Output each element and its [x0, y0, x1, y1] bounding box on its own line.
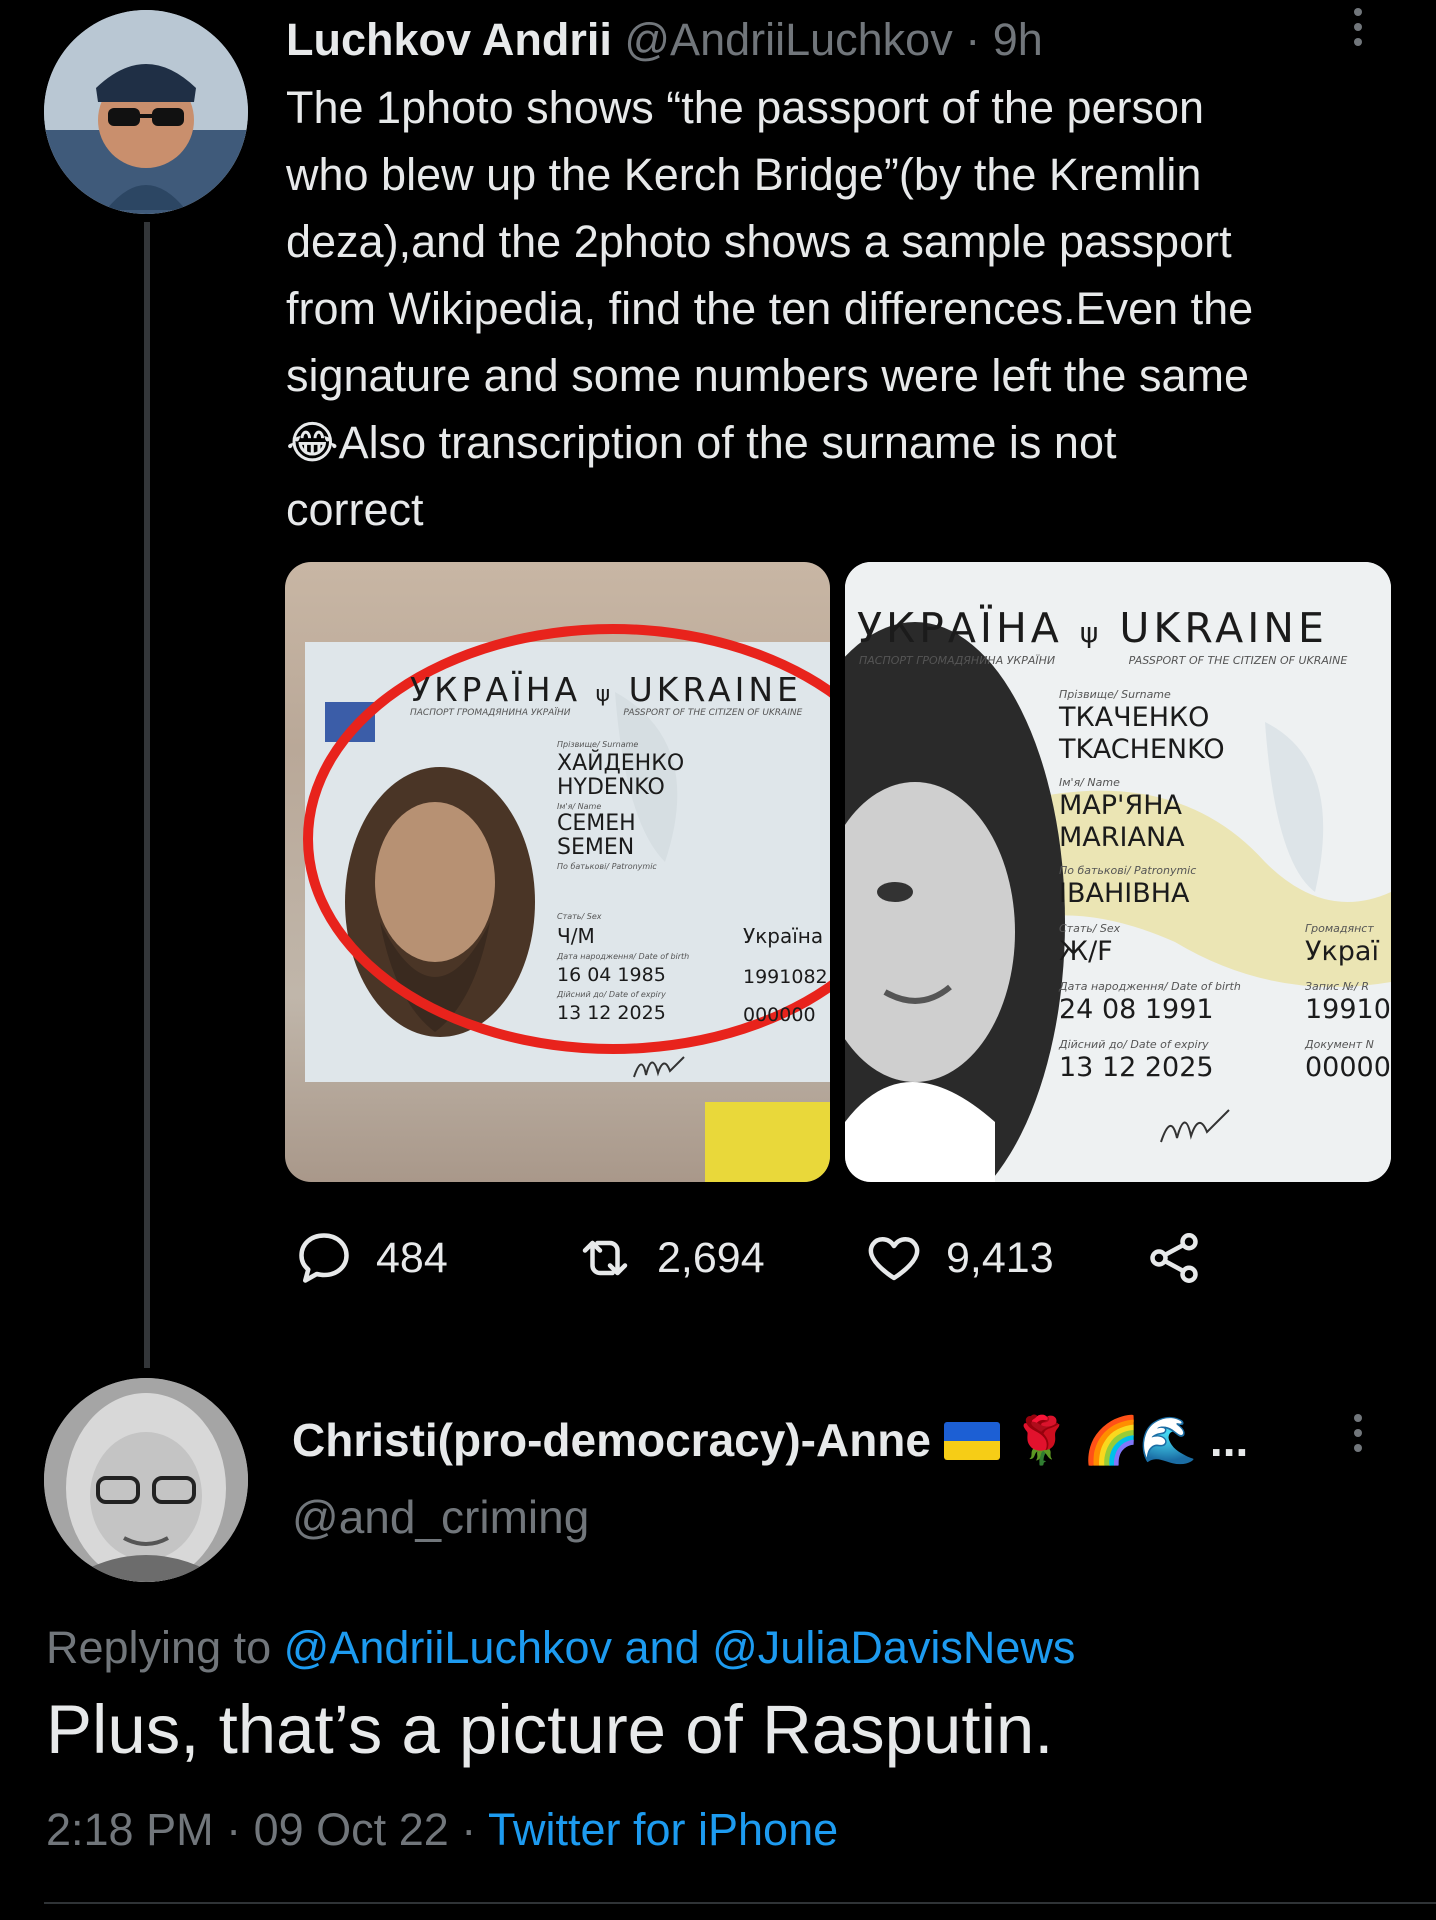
reply-more-icon[interactable]	[1353, 1414, 1363, 1452]
author-handle[interactable]: @AndriiLuchkov	[624, 14, 952, 65]
photo2-expiry: 13 12 2025	[1059, 1052, 1214, 1083]
photo1-name-en: SEMEN	[557, 835, 635, 860]
share-action[interactable]	[1144, 1228, 1204, 1288]
photo2-subheader-ua: ПАСПОРТ ГРОМАДЯНИНА УКРАЇНИ	[859, 654, 1056, 667]
photo2-citizenship: Украї	[1305, 936, 1379, 967]
photo1-citizenship: Україна	[743, 924, 824, 948]
retweet-action[interactable]: 2,694	[575, 1228, 765, 1288]
replying-prefix: Replying to	[46, 1622, 272, 1673]
photo2-surname-en: TKACHENKO	[1059, 734, 1225, 765]
photo1-dob-label: Дата народження/ Date of birth	[557, 952, 690, 961]
tweet-age[interactable]: · 9h	[965, 14, 1043, 65]
photo1-sex: Ч/М	[557, 924, 595, 948]
more-icon[interactable]	[1353, 8, 1363, 46]
tweet-line: correct	[286, 484, 424, 535]
photo1-expiry: 13 12 2025	[557, 1002, 666, 1024]
reply-header: Christi(pro-democracy)-Anne 🌹 🌈🌊 ...	[292, 1412, 1248, 1468]
reply-action[interactable]: 484	[294, 1228, 448, 1288]
photo1-header-en: UKRAINE	[628, 670, 802, 709]
author-avatar[interactable]	[44, 10, 248, 214]
photo2-patronymic-label: По батькові/ Patronymic	[1059, 864, 1197, 877]
photo2-sex: Ж/F	[1059, 936, 1113, 967]
photo2-dob: 24 08 1991	[1059, 994, 1214, 1025]
photo2-record: 19910	[1305, 994, 1391, 1025]
tweet-line: from Wikipedia, find the ten differences…	[286, 283, 1254, 334]
replying-and: and	[624, 1622, 700, 1673]
photo1-doc-no: 000000	[743, 1004, 816, 1026]
photo1-signature	[633, 1056, 685, 1078]
replying-to: Replying to @AndriiLuchkov and @JuliaDav…	[46, 1622, 1075, 1674]
tweet-photo-2[interactable]: УКРАЇНА ψ UKRAINE ПАСПОРТ ГРОМАДЯНИНА УК…	[845, 562, 1391, 1182]
photo1-header-ua: УКРАЇНА	[410, 670, 582, 709]
reply-time[interactable]: 2:18 PM	[46, 1804, 214, 1855]
reply-name-ellipsis: ...	[1209, 1414, 1249, 1466]
ukraine-flag-icon	[943, 1422, 1000, 1460]
tweet-line-emoji: 😂Also transcription of the surname is no…	[286, 417, 1117, 468]
photo2-doc-no: 00000	[1305, 1052, 1391, 1083]
reply-author-handle[interactable]: @and_criming	[292, 1490, 589, 1544]
tweet-line: The 1photo shows “the passport of the pe…	[286, 82, 1205, 133]
photo2-name-en: MARIANA	[1059, 822, 1185, 853]
photo2-surname-ua: ТКАЧЕНКО	[1059, 702, 1210, 733]
like-count: 9,413	[946, 1233, 1054, 1282]
reply-author-avatar[interactable]	[44, 1378, 248, 1582]
reply-text: Plus, that’s a picture of Rasputin.	[46, 1691, 1054, 1768]
reply-avatar-portrait	[44, 1378, 248, 1582]
reply-count: 484	[376, 1233, 448, 1282]
reply-meta: 2:18 PM · 09 Oct 22 · Twitter for iPhone	[46, 1804, 839, 1855]
photo1-name-label: Ім'я/ Name	[557, 802, 602, 811]
photo2-header-ua: УКРАЇНА	[857, 604, 1063, 652]
photo2-expiry-label: Дійсний до/ Date of expiry	[1059, 1038, 1209, 1051]
photo2-name-label: Ім'я/ Name	[1059, 776, 1120, 789]
photo1-subheader-en: PASSPORT OF THE CITIZEN OF UKRAINE	[623, 708, 803, 718]
reply-author-name[interactable]: Christi(pro-democracy)-Anne	[292, 1414, 931, 1466]
photo2-signature	[1160, 1109, 1230, 1143]
tweet-photo-1[interactable]: УКРАЇНА ψ UKRAINE ПАСПОРТ ГРОМАДЯНИНА УК…	[285, 562, 830, 1182]
tweet-line: signature and some numbers were left the…	[286, 350, 1249, 401]
laughing-emoji-icon: 😂	[286, 417, 339, 468]
bottom-divider	[44, 1902, 1436, 1904]
reply-date[interactable]: 09 Oct 22	[254, 1804, 449, 1855]
like-action[interactable]: 9,413	[864, 1228, 1054, 1288]
tweet-text: The 1photo shows “the passport of the pe…	[286, 74, 1416, 543]
replying-user-1[interactable]: @AndriiLuchkov	[284, 1622, 612, 1673]
tweet-header: Luchkov Andrii @AndriiLuchkov · 9h	[286, 14, 1043, 66]
photo1-patronymic-label: По батькові/ Patronymic	[557, 862, 657, 871]
avatar-portrait	[44, 10, 248, 214]
retweet-count: 2,694	[657, 1233, 765, 1282]
photo1-dob: 16 04 1985	[557, 964, 666, 986]
photo1-subheader-ua: ПАСПОРТ ГРОМАДЯНИНА УКРАЇНИ	[410, 708, 571, 718]
photo2-dob-label: Дата народження/ Date of birth	[1059, 980, 1241, 993]
retweet-icon	[582, 1240, 628, 1276]
photo2-citizenship-label: Громадянст	[1305, 922, 1374, 935]
photo2-name-ua: МАР'ЯНА	[1059, 790, 1183, 821]
photo2-subheader-en: PASSPORT OF THE CITIZEN OF UKRAINE	[1128, 654, 1348, 667]
photo1-surname-ua: ХАЙДЕНКО	[557, 751, 685, 776]
thread-line	[144, 222, 150, 1368]
reply-icon	[299, 1233, 349, 1283]
reply-name-emoji: 🌹 🌈🌊	[1012, 1414, 1198, 1466]
share-icon	[1150, 1233, 1198, 1283]
photo2-doc-label: Документ N	[1305, 1038, 1374, 1051]
trident-icon: ψ	[595, 682, 615, 707]
reply-source[interactable]: Twitter for iPhone	[488, 1804, 838, 1855]
like-icon	[868, 1237, 920, 1281]
replying-user-2[interactable]: @JuliaDavisNews	[712, 1622, 1075, 1673]
photo1-surname-en: HYDENKO	[557, 775, 665, 800]
photo1-expiry-label: Дійсний до/ Date of expiry	[557, 990, 666, 999]
photo1-surname-label: Прізвище/ Surname	[557, 740, 639, 749]
author-name[interactable]: Luchkov Andrii	[286, 14, 612, 65]
tweet-line: who blew up the Kerch Bridge”(by the Kre…	[286, 149, 1202, 200]
trident-icon: ψ	[1079, 616, 1103, 649]
photo1-record: 1991082	[743, 966, 828, 988]
photo2-surname-label: Прізвище/ Surname	[1059, 688, 1171, 701]
photo1-name-ua: СЕМЕН	[557, 811, 636, 836]
photo2-sex-label: Стать/ Sex	[1059, 922, 1121, 935]
photo2-record-label: Запис №/ R	[1305, 980, 1369, 993]
photo2-header-en: UKRAINE	[1119, 604, 1328, 652]
tweet-line: deza),and the 2photo shows a sample pass…	[286, 216, 1232, 267]
photo2-patronymic: ІВАНІВНА	[1059, 878, 1190, 909]
photo1-sex-label: Стать/ Sex	[557, 912, 602, 921]
